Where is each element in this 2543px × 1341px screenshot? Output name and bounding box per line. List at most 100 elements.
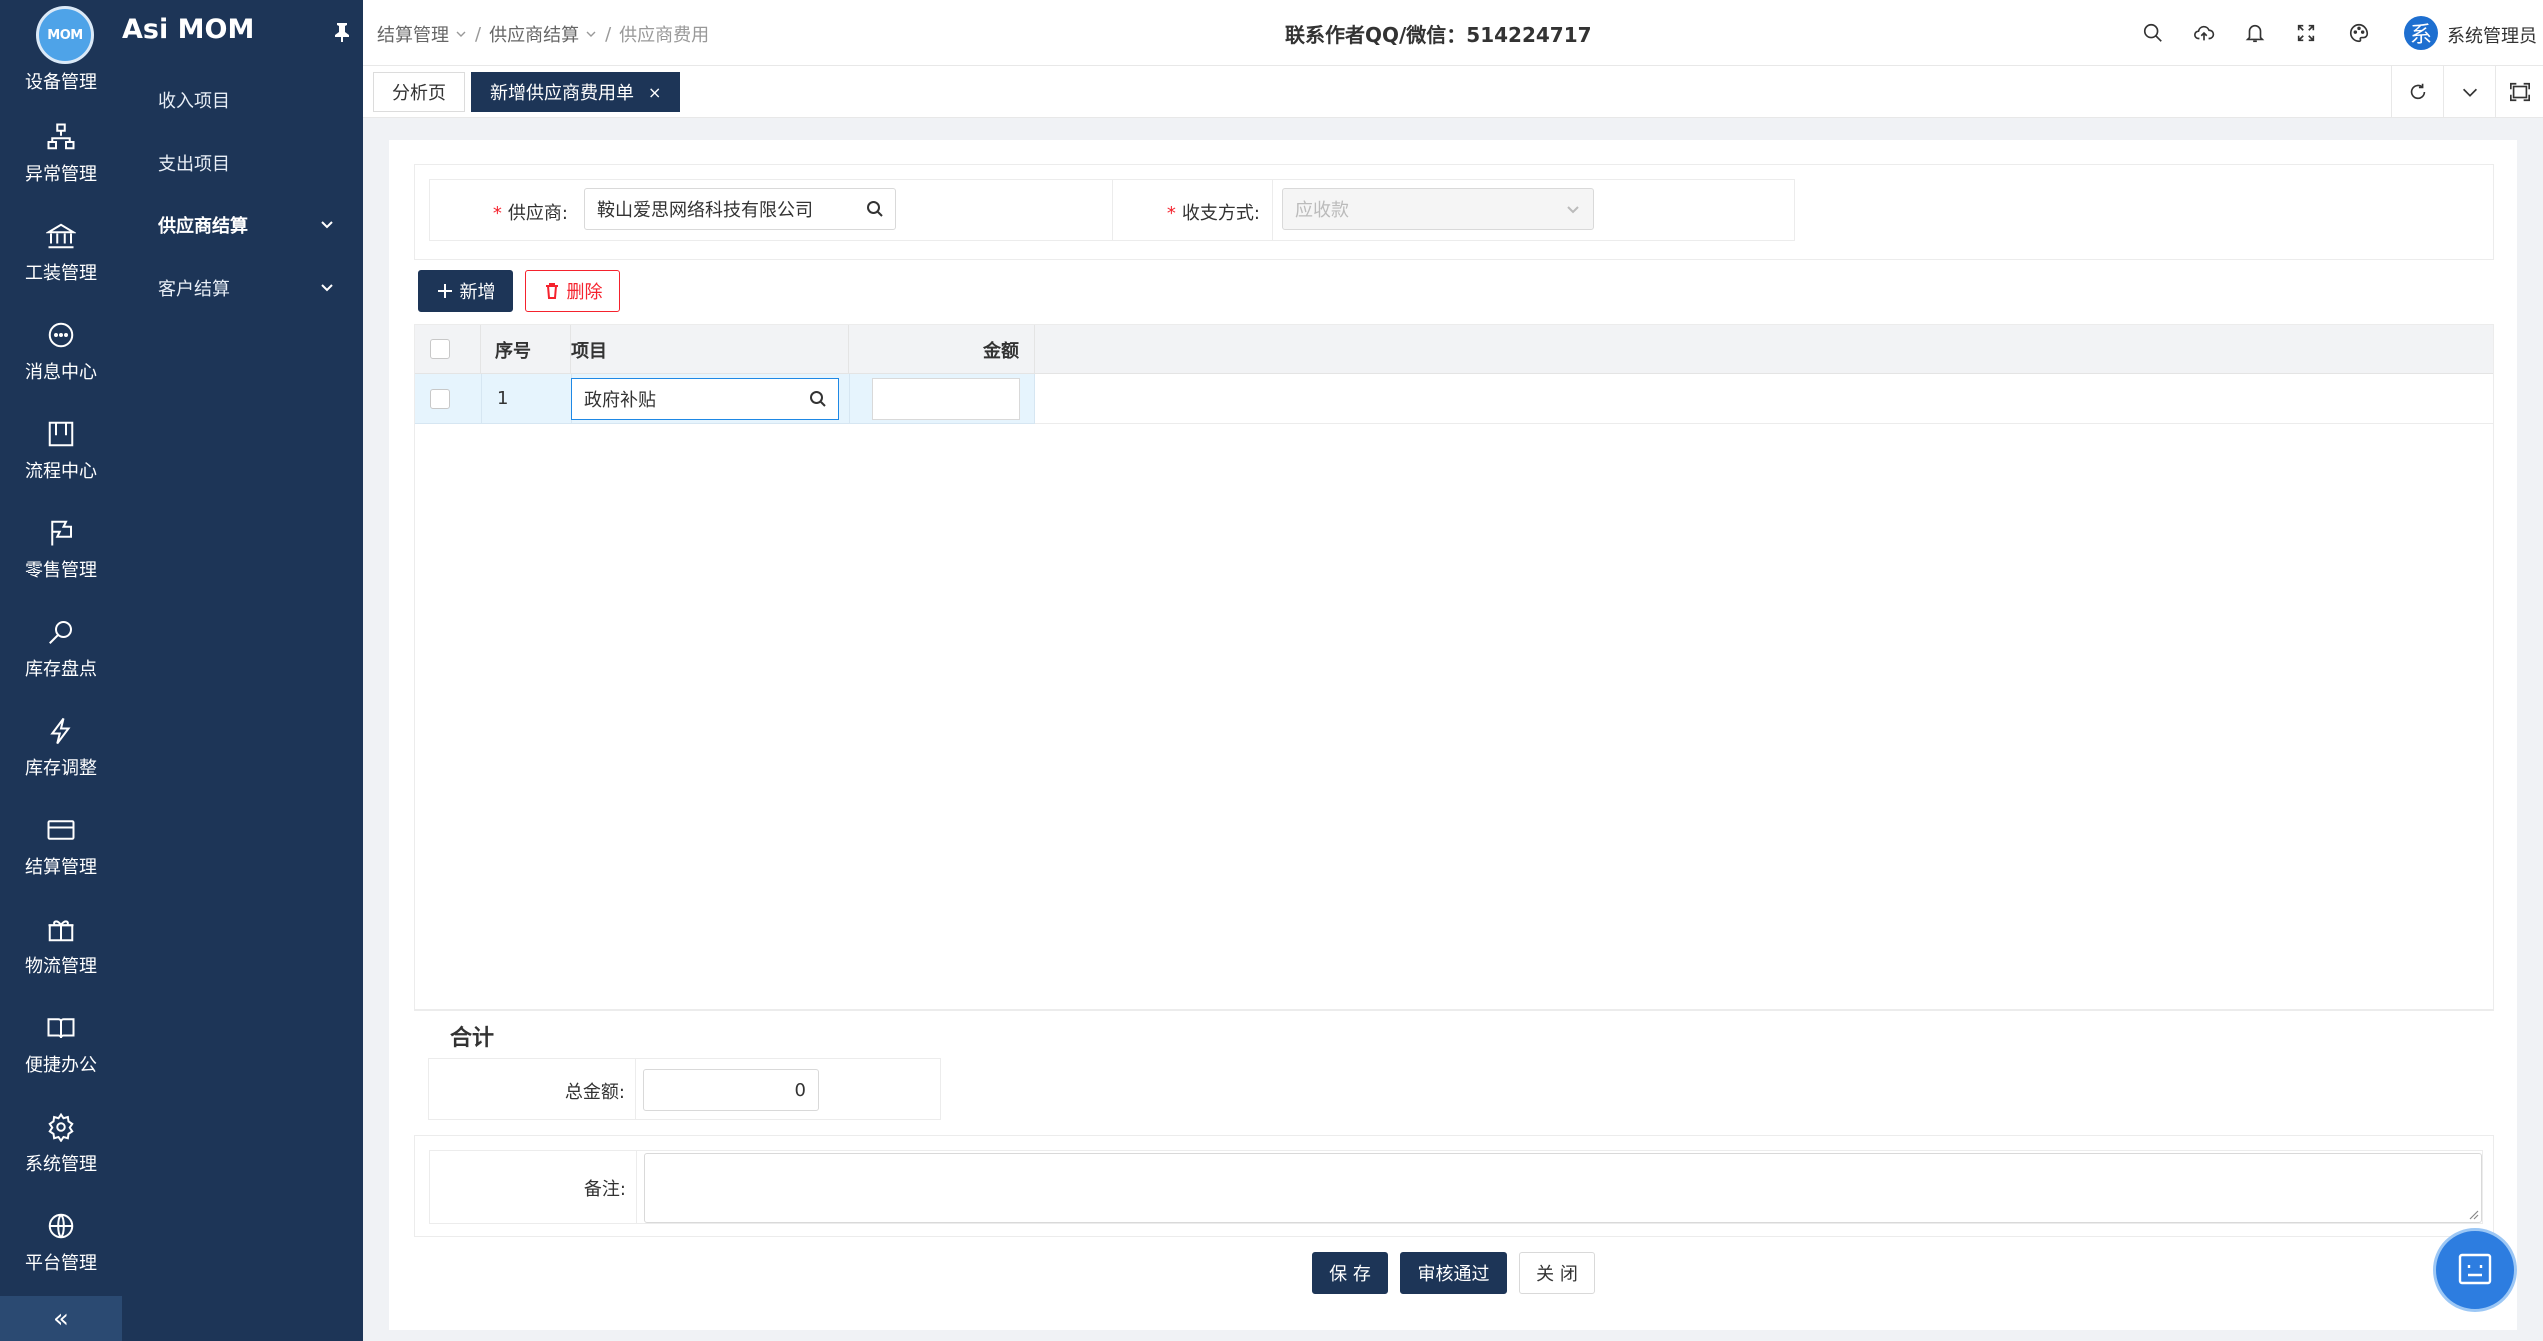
submenu-item-income[interactable]: 收入项目 — [122, 69, 363, 131]
item-cell-input[interactable]: 政府补贴 — [571, 378, 839, 420]
breadcrumb-item[interactable]: 供应商结算 — [489, 21, 579, 47]
table-row-filler — [1035, 374, 2493, 424]
remark-textarea[interactable] — [644, 1153, 2482, 1223]
row-checkbox[interactable] — [430, 389, 450, 409]
rail-item-office[interactable]: 便捷办公 — [0, 995, 122, 1094]
gift-icon — [48, 920, 74, 942]
pin-icon[interactable] — [333, 22, 351, 47]
delete-row-button[interactable]: 删除 — [525, 270, 620, 312]
search-icon — [49, 621, 72, 644]
amount-cell-input[interactable] — [872, 378, 1020, 420]
app-logo[interactable]: MOM — [36, 6, 94, 64]
rail-item-label: 零售管理 — [25, 560, 97, 581]
total-amount-label: 总金额: — [564, 1082, 625, 1103]
approve-button[interactable]: 审核通过 — [1400, 1252, 1507, 1294]
chevron-down-icon — [319, 216, 335, 232]
column-header-item: 项目 — [571, 340, 607, 362]
breadcrumb-separator: / — [605, 23, 612, 45]
column-header-amount: 金额 — [983, 340, 1019, 362]
board-icon — [48, 421, 74, 447]
rail-item-settlement[interactable]: 结算管理 — [0, 797, 122, 896]
icon-rail: MOM 设备管理 异常管理 工装管理 消息中心 流程中心 零售管理 库存盘点 库… — [0, 0, 122, 1341]
close-label: 关 闭 — [1536, 1264, 1578, 1285]
chevron-down-icon — [456, 31, 466, 37]
contact-info: 联系作者QQ/微信：514224717 — [1285, 23, 1592, 47]
total-amount-input[interactable]: 0 — [643, 1069, 819, 1111]
required-mark: * — [492, 203, 502, 224]
breadcrumb: 结算管理 / 供应商结算 / 供应商费用 — [377, 21, 709, 47]
rail-item-workflow[interactable]: 流程中心 — [0, 401, 122, 500]
tab-new-supplier-expense[interactable]: 新增供应商费用单 × — [471, 72, 681, 112]
robot-icon — [2458, 1253, 2492, 1285]
rail-item-system[interactable]: 系统管理 — [0, 1094, 122, 1193]
add-row-label: 新增 — [459, 282, 496, 303]
chevron-down-icon — [319, 279, 335, 295]
rail-item-label: 设备管理 — [25, 72, 97, 93]
method-placeholder: 应收款 — [1295, 200, 1349, 221]
table-row[interactable]: 1 政府补贴 — [415, 374, 1035, 424]
refresh-icon[interactable] — [2391, 66, 2443, 118]
supplier-label-text: 供应商: — [507, 203, 568, 224]
tab-bar: 分析页 新增供应商费用单 × — [363, 66, 2543, 118]
add-row-button[interactable]: 新增 — [418, 270, 513, 312]
fullscreen-icon[interactable] — [2291, 18, 2321, 48]
breadcrumb-separator: / — [475, 23, 482, 45]
rail-item-tooling[interactable]: 工装管理 — [0, 203, 122, 302]
collapse-sidebar-button[interactable]: « — [0, 1296, 122, 1341]
select-all-checkbox[interactable] — [430, 339, 450, 359]
detail-grid: 序号 项目 金额 1 政府补贴 — [414, 324, 2494, 1010]
resize-handle-icon[interactable] — [2467, 1208, 2479, 1220]
submenu-item-customer-settlement[interactable]: 客户结算 — [122, 257, 363, 319]
divider — [414, 1010, 2494, 1011]
summary-box: 总金额: 0 — [428, 1058, 941, 1120]
divider — [849, 374, 850, 424]
chevron-down-icon[interactable] — [2443, 66, 2495, 118]
rail-item-logistics[interactable]: 物流管理 — [0, 896, 122, 995]
close-button[interactable]: 关 闭 — [1519, 1252, 1595, 1294]
rail-item-message[interactable]: 消息中心 — [0, 302, 122, 401]
user-name[interactable]: 系统管理员 — [2447, 22, 2537, 48]
rail-item-label: 物流管理 — [25, 956, 97, 977]
supplier-input[interactable]: 鞍山爱思网络科技有限公司 — [584, 188, 896, 230]
rail-item-device[interactable]: 设备管理 — [0, 62, 122, 102]
method-select[interactable]: 应收款 — [1282, 188, 1594, 230]
rail-item-platform[interactable]: 平台管理 — [0, 1193, 122, 1292]
search-icon[interactable] — [865, 199, 885, 219]
trash-icon — [545, 283, 558, 299]
breadcrumb-current: 供应商费用 — [619, 25, 710, 46]
divider — [636, 1151, 637, 1223]
rail-item-stock-adjust[interactable]: 库存调整 — [0, 698, 122, 797]
header-cell-item — [571, 325, 849, 374]
search-icon[interactable] — [808, 389, 828, 409]
rail-item-stocktake[interactable]: 库存盘点 — [0, 599, 122, 698]
rail-item-retail[interactable]: 零售管理 — [0, 500, 122, 599]
avatar[interactable]: 系 — [2404, 16, 2438, 50]
row-index: 1 — [497, 388, 509, 409]
submenu-item-label: 支出项目 — [158, 154, 230, 175]
submenu-item-expense[interactable]: 支出项目 — [122, 132, 363, 194]
submenu-item-supplier-settlement[interactable]: 供应商结算 — [122, 194, 363, 256]
flag-icon — [51, 520, 72, 546]
bank-icon — [46, 223, 76, 249]
divider — [635, 1059, 636, 1119]
palette-icon[interactable] — [2344, 18, 2374, 48]
card-icon — [47, 820, 75, 840]
rail-item-exception[interactable]: 异常管理 — [0, 104, 122, 203]
maximize-icon[interactable] — [2495, 66, 2543, 118]
bell-icon[interactable] — [2240, 18, 2270, 48]
rail-item-label: 平台管理 — [25, 1253, 97, 1274]
rail-item-label: 便捷办公 — [25, 1055, 97, 1076]
search-icon[interactable] — [2138, 18, 2168, 48]
app-title: Asi MOM — [122, 14, 255, 45]
assistant-fab[interactable] — [2433, 1228, 2517, 1312]
content-card: * 供应商: 鞍山爱思网络科技有限公司 * 收支方式: 应收款 新增 删除 序号… — [389, 140, 2517, 1330]
close-icon[interactable]: × — [648, 83, 661, 102]
required-mark: * — [1166, 203, 1176, 224]
tab-label: 分析页 — [392, 83, 446, 104]
tab-analysis[interactable]: 分析页 — [373, 72, 465, 112]
breadcrumb-item[interactable]: 结算管理 — [377, 21, 449, 47]
top-header: 结算管理 / 供应商结算 / 供应商费用 联系作者QQ/微信：514224717… — [363, 0, 2543, 66]
cloud-upload-icon[interactable] — [2189, 18, 2219, 48]
divider — [1112, 180, 1113, 240]
save-button[interactable]: 保 存 — [1312, 1252, 1388, 1294]
